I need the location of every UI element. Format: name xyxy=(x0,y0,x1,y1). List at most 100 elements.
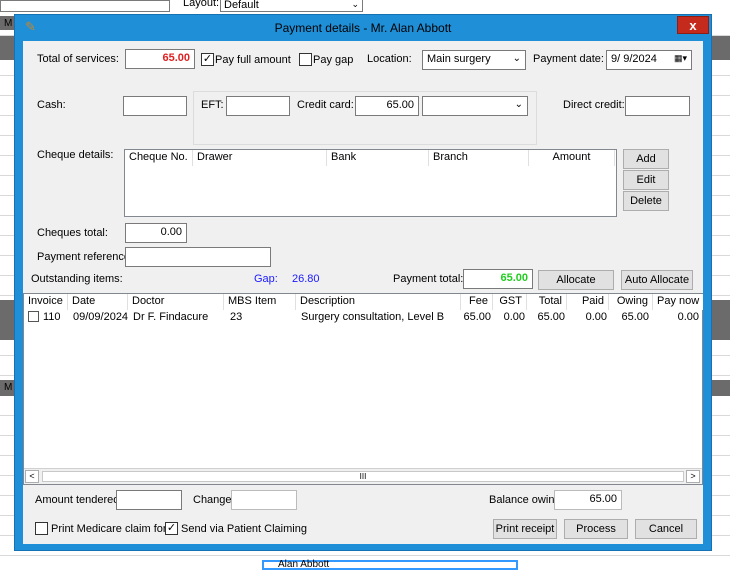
background-field xyxy=(0,0,170,12)
send-patient-claiming-checkbox[interactable]: ✓ xyxy=(165,522,178,535)
background-layout-label: Layout: xyxy=(183,0,220,9)
col-paid[interactable]: Paid xyxy=(567,294,609,310)
col-fee[interactable]: Fee xyxy=(461,294,493,310)
background-dark-block xyxy=(712,300,730,340)
title-bar[interactable]: ✎ Payment details - Mr. Alan Abbott x xyxy=(15,15,711,41)
scroll-thumb[interactable]: III xyxy=(42,471,684,482)
direct-credit-field[interactable] xyxy=(625,96,690,116)
col-total[interactable]: Total xyxy=(527,294,567,310)
cash-label: Cash: xyxy=(37,99,66,111)
close-button[interactable]: x xyxy=(677,16,709,34)
credit-card-label: Credit card: xyxy=(297,99,354,111)
col-description[interactable]: Description xyxy=(296,294,461,310)
cheque-col-amount[interactable]: Amount xyxy=(529,150,615,166)
cell-paid: 0.00 xyxy=(585,311,607,323)
background-layout-value: Default xyxy=(224,0,259,11)
col-doctor[interactable]: Doctor xyxy=(128,294,224,310)
credit-card-field[interactable]: 65.00 xyxy=(355,96,419,116)
amount-tendered-label: Amount tendered: xyxy=(35,494,123,506)
payment-dialog: ✎ Payment details - Mr. Alan Abbott x To… xyxy=(14,14,712,551)
auto-allocate-button[interactable]: Auto Allocate xyxy=(621,270,693,290)
background-patient-name: Alan Abbott xyxy=(278,559,330,570)
gap-value: 26.80 xyxy=(292,273,320,285)
background-letter: M xyxy=(4,18,13,29)
pay-full-amount-checkbox[interactable]: ✓ xyxy=(201,53,214,66)
payment-reference-field[interactable] xyxy=(125,247,271,267)
gap-label: Gap: xyxy=(254,273,278,285)
total-services-label: Total of services: xyxy=(37,53,119,65)
payment-date-value: 9/ 9/2024 xyxy=(611,53,657,65)
pay-gap-checkbox[interactable] xyxy=(299,53,312,66)
print-receipt-button[interactable]: Print receipt xyxy=(493,519,557,539)
dialog-content: Total of services: 65.00 ✓ Pay full amou… xyxy=(23,41,703,544)
balance-owing-field: 65.00 xyxy=(554,490,622,510)
print-medicare-label: Print Medicare claim form xyxy=(51,523,176,535)
cheque-col-branch[interactable]: Branch xyxy=(429,150,529,166)
cell-date: 09/09/2024 xyxy=(73,311,129,323)
allocate-button[interactable]: Allocate xyxy=(538,270,614,290)
cell-description: Surgery consultation, Level B xyxy=(301,311,445,323)
outstanding-items-table[interactable]: Invoice Date Doctor MBS Item Description… xyxy=(23,293,703,485)
balance-owing-label: Balance owing: xyxy=(489,494,564,506)
cash-field[interactable] xyxy=(123,96,187,116)
cell-mbs-item: 23 xyxy=(230,311,243,323)
pay-full-amount-label: Pay full amount xyxy=(215,54,291,66)
col-gst[interactable]: GST xyxy=(493,294,527,310)
cell-gst: 0.00 xyxy=(503,311,525,323)
table-row[interactable]: 110 09/09/2024 Dr F. Findacure 23 Surger… xyxy=(24,310,702,324)
background-dark-block xyxy=(712,380,730,396)
process-button[interactable]: Process xyxy=(564,519,628,539)
location-label: Location: xyxy=(367,53,412,65)
cheque-col-number[interactable]: Cheque No. xyxy=(125,150,193,166)
row-select-checkbox[interactable] xyxy=(28,311,39,322)
edit-cheque-button[interactable]: Edit xyxy=(623,170,669,190)
cheque-col-bank[interactable]: Bank xyxy=(327,150,429,166)
change-label: Change: xyxy=(193,494,235,506)
chevron-down-icon: ⌄ xyxy=(351,0,359,9)
cancel-button[interactable]: Cancel xyxy=(635,519,697,539)
amount-tendered-field[interactable] xyxy=(116,490,182,510)
horizontal-scrollbar[interactable]: < III > xyxy=(24,468,702,484)
background-layout-select[interactable]: Default ⌄ xyxy=(220,0,363,12)
chevron-down-icon: ⌄ xyxy=(512,53,521,64)
scroll-right-button[interactable]: > xyxy=(686,470,700,483)
send-patient-claiming-label: Send via Patient Claiming xyxy=(181,523,307,535)
cell-invoice: 110 xyxy=(43,311,61,323)
cheque-details-label: Cheque details: xyxy=(37,149,114,161)
payment-reference-label: Payment reference: xyxy=(37,251,133,263)
cheque-col-drawer[interactable]: Drawer xyxy=(193,150,327,166)
payment-total-field: 65.00 xyxy=(463,269,533,289)
cheque-table[interactable]: Cheque No. Drawer Bank Branch Amount xyxy=(124,149,617,217)
print-medicare-checkbox[interactable] xyxy=(35,522,48,535)
eft-field[interactable] xyxy=(226,96,290,116)
payment-date-label: Payment date: xyxy=(533,53,604,65)
outstanding-items-label: Outstanding items: xyxy=(31,273,123,285)
cell-total: 65.00 xyxy=(537,311,565,323)
background-dark-block xyxy=(0,300,14,340)
location-select[interactable]: Main surgery ⌄ xyxy=(422,50,526,70)
calendar-icon: ▦▾ xyxy=(673,53,687,63)
col-mbs-item[interactable]: MBS Item xyxy=(224,294,296,310)
background-letter: M xyxy=(4,382,13,393)
eft-label: EFT: xyxy=(201,99,224,111)
dialog-title: Payment details - Mr. Alan Abbott xyxy=(274,21,452,35)
direct-credit-label: Direct credit: xyxy=(563,99,625,111)
col-date[interactable]: Date xyxy=(68,294,128,310)
cell-doctor: Dr F. Findacure xyxy=(133,311,209,323)
pay-gap-label: Pay gap xyxy=(313,54,354,66)
scroll-left-button[interactable]: < xyxy=(25,470,39,483)
col-pay-now[interactable]: Pay now xyxy=(653,294,703,310)
cell-pay-now: 0.00 xyxy=(677,311,699,323)
credit-card-type-select[interactable]: ⌄ xyxy=(422,96,528,116)
location-value: Main surgery xyxy=(427,53,491,65)
delete-cheque-button[interactable]: Delete xyxy=(623,191,669,211)
background-patient-row[interactable]: Alan Abbott xyxy=(262,560,518,570)
cheques-total-field: 0.00 xyxy=(125,223,187,243)
payment-date-picker[interactable]: 9/ 9/2024 ▦▾ xyxy=(606,50,692,70)
chevron-down-icon: ⌄ xyxy=(514,99,523,110)
change-field xyxy=(231,490,297,510)
col-owing[interactable]: Owing xyxy=(609,294,653,310)
add-cheque-button[interactable]: Add xyxy=(623,149,669,169)
col-invoice[interactable]: Invoice xyxy=(24,294,68,310)
cell-fee: 65.00 xyxy=(463,311,491,323)
